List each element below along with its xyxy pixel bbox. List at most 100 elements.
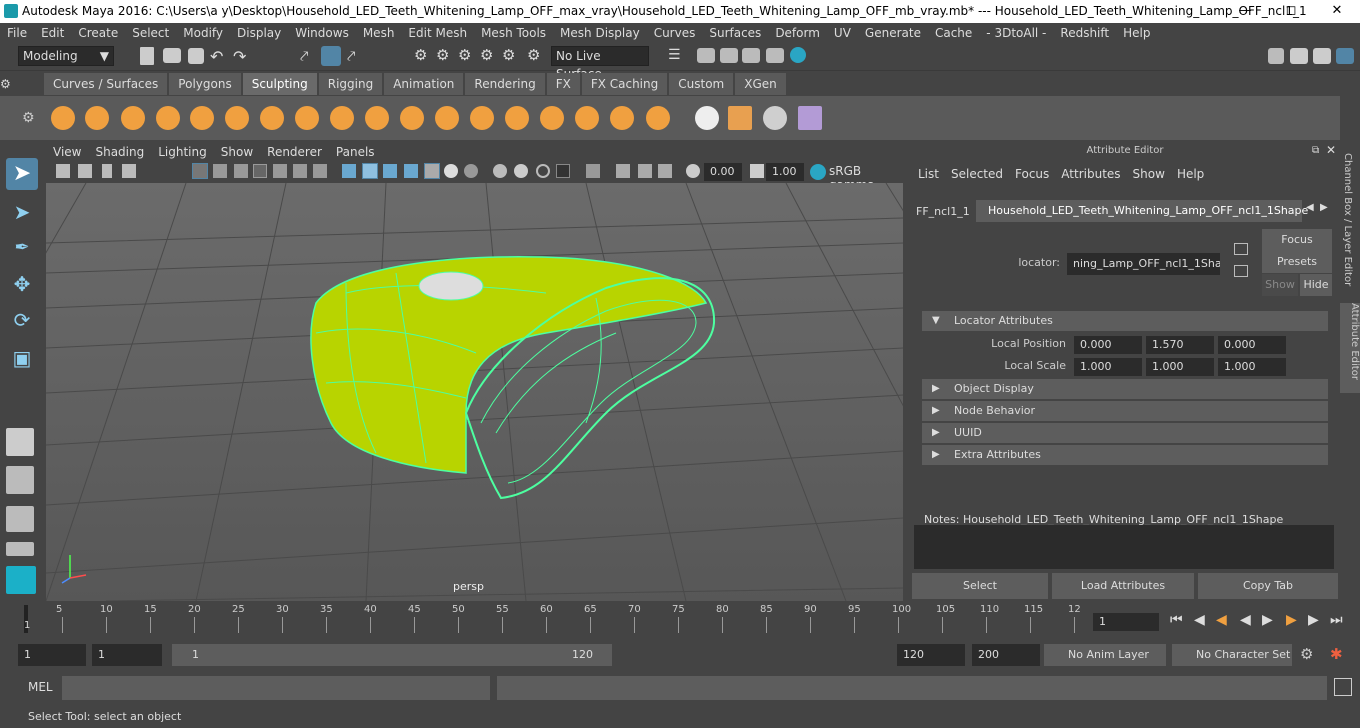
channel-layout-icon[interactable] bbox=[6, 542, 34, 556]
snap-point-icon[interactable]: ⚙ bbox=[458, 46, 471, 64]
playback-start-field[interactable]: 1 bbox=[92, 644, 162, 666]
new-scene-icon[interactable] bbox=[140, 47, 154, 65]
flatten-tool-icon[interactable] bbox=[222, 103, 252, 133]
film-gate-icon[interactable] bbox=[213, 164, 227, 178]
step-forward-frame-icon[interactable]: ▶ bbox=[1286, 612, 1297, 628]
snap-curve-icon[interactable]: ⚙ bbox=[436, 46, 449, 64]
tab-animation[interactable]: Animation bbox=[384, 73, 464, 95]
menu-file[interactable]: File bbox=[0, 23, 34, 43]
save-scene-icon[interactable] bbox=[188, 48, 204, 64]
menu-3dtoall[interactable]: - 3DtoAll - bbox=[979, 23, 1053, 43]
vp-menu-renderer[interactable]: Renderer bbox=[260, 143, 329, 161]
grid-icon[interactable] bbox=[192, 163, 208, 179]
menu-mesh[interactable]: Mesh bbox=[356, 23, 402, 43]
tab-scroll-left-icon[interactable]: ◀ bbox=[1306, 202, 1314, 213]
menu-windows[interactable]: Windows bbox=[288, 23, 356, 43]
local-position-x[interactable]: 0.000 bbox=[1074, 336, 1142, 354]
shelf-gear-icon[interactable]: ⚙ bbox=[22, 110, 35, 126]
menu-select[interactable]: Select bbox=[125, 23, 176, 43]
outliner-layout-icon[interactable] bbox=[6, 506, 34, 532]
amplify-tool-icon[interactable] bbox=[607, 103, 637, 133]
focus-button[interactable]: Focus bbox=[1262, 229, 1332, 251]
live-surface-field[interactable]: No Live Surface bbox=[551, 46, 649, 81]
maximize-button[interactable]: ◻ bbox=[1268, 0, 1314, 23]
render-settings-icon[interactable] bbox=[766, 48, 784, 63]
start-time-field[interactable]: 1 bbox=[18, 644, 86, 666]
menu-deform[interactable]: Deform bbox=[768, 23, 827, 43]
ae-menu-focus[interactable]: Focus bbox=[1009, 165, 1055, 183]
gate-mask-icon[interactable] bbox=[253, 164, 267, 178]
undo-icon[interactable]: ↶ bbox=[210, 47, 223, 66]
menu-help[interactable]: Help bbox=[1116, 23, 1157, 43]
tab-fx-caching[interactable]: FX Caching bbox=[581, 73, 668, 95]
tab-fx[interactable]: FX bbox=[546, 73, 580, 95]
smear-tool-icon[interactable] bbox=[537, 103, 567, 133]
textured-icon[interactable] bbox=[424, 163, 440, 179]
end-time-field[interactable]: 200 bbox=[972, 644, 1040, 666]
field-chart-icon[interactable] bbox=[273, 164, 287, 178]
texture-deformer-icon[interactable] bbox=[795, 103, 825, 133]
layout-presets-icon[interactable] bbox=[6, 466, 34, 494]
tab-custom[interactable]: Custom bbox=[669, 73, 734, 95]
minimize-button[interactable]: — bbox=[1222, 0, 1268, 23]
attribute-editor-tab[interactable]: Attribute Editor bbox=[1340, 303, 1360, 393]
hide-button[interactable]: Hide bbox=[1300, 274, 1332, 296]
menu-uv[interactable]: UV bbox=[827, 23, 858, 43]
ae-tab-active[interactable]: Household_LED_Teeth_Whitening_Lamp_OFF_n… bbox=[976, 200, 1308, 222]
anim-prefs-icon[interactable]: ✱ bbox=[1330, 645, 1343, 663]
foamy-tool-icon[interactable] bbox=[257, 103, 287, 133]
ipr-render-icon[interactable] bbox=[742, 48, 760, 63]
section-node-behavior[interactable]: ▶ Node Behavior bbox=[922, 401, 1328, 421]
tab-rendering[interactable]: Rendering bbox=[465, 73, 545, 95]
layout-3-icon[interactable] bbox=[1336, 48, 1354, 64]
safe-action-icon[interactable] bbox=[293, 164, 307, 178]
bookmark-icon[interactable] bbox=[102, 164, 112, 178]
goto-start-icon[interactable]: ⏮ bbox=[1170, 612, 1183, 628]
sculpt-tool-icon[interactable] bbox=[48, 103, 78, 133]
camera-attr-icon[interactable] bbox=[78, 164, 92, 178]
smooth-tool-icon[interactable] bbox=[82, 103, 112, 133]
copy-tab-button[interactable]: Copy Tab bbox=[1198, 573, 1338, 599]
menu-edit[interactable]: Edit bbox=[34, 23, 71, 43]
menu-mesh-tools[interactable]: Mesh Tools bbox=[474, 23, 553, 43]
exposure-field[interactable]: 0.00 bbox=[704, 163, 742, 181]
ambient-occlusion-icon[interactable] bbox=[493, 164, 507, 178]
ae-menu-help[interactable]: Help bbox=[1171, 165, 1210, 183]
imprint-tool-icon[interactable] bbox=[362, 103, 392, 133]
repeat-tool-icon[interactable] bbox=[327, 103, 357, 133]
snap-view-icon[interactable]: ⚙ bbox=[480, 46, 493, 64]
channel-box-tab[interactable]: Channel Box / Layer Editor bbox=[1342, 153, 1353, 293]
resolution-gate-icon[interactable] bbox=[234, 164, 248, 178]
depth-of-field-icon[interactable] bbox=[556, 164, 570, 178]
ae-menu-attributes[interactable]: Attributes bbox=[1055, 165, 1126, 183]
pinch-tool-icon[interactable] bbox=[187, 103, 217, 133]
wireframe-on-shaded-icon[interactable] bbox=[404, 164, 418, 178]
spray-tool-icon[interactable] bbox=[292, 103, 322, 133]
isolate-select-icon[interactable] bbox=[586, 164, 600, 178]
bulge-tool-icon[interactable] bbox=[572, 103, 602, 133]
smooth-shade-icon[interactable] bbox=[362, 163, 378, 179]
mode-dropdown[interactable]: Modeling ▼ bbox=[18, 46, 114, 66]
menu-mesh-display[interactable]: Mesh Display bbox=[553, 23, 647, 43]
menu-display[interactable]: Display bbox=[230, 23, 288, 43]
local-position-z[interactable]: 0.000 bbox=[1218, 336, 1286, 354]
local-scale-z[interactable]: 1.000 bbox=[1218, 358, 1286, 376]
menu-modify[interactable]: Modify bbox=[176, 23, 230, 43]
select-component-icon[interactable]: ⤤ bbox=[347, 47, 355, 65]
notes-textarea[interactable] bbox=[914, 525, 1334, 569]
tab-rigging[interactable]: Rigging bbox=[318, 73, 383, 95]
rotate-tool-icon[interactable]: ⟳ bbox=[6, 304, 38, 336]
blend-shape-icon[interactable] bbox=[760, 103, 790, 133]
knife-tool-icon[interactable] bbox=[502, 103, 532, 133]
section-locator-attributes[interactable]: ▼ Locator Attributes bbox=[922, 311, 1328, 331]
image-plane-icon[interactable] bbox=[122, 164, 136, 178]
vp-menu-shading[interactable]: Shading bbox=[88, 143, 151, 161]
gamma-icon[interactable] bbox=[750, 164, 764, 178]
char-set-dropdown[interactable]: No Character Set bbox=[1172, 644, 1292, 666]
show-button[interactable]: Show bbox=[1262, 274, 1298, 296]
menu-create[interactable]: Create bbox=[71, 23, 125, 43]
uv-snapshot-icon[interactable] bbox=[725, 103, 755, 133]
menu-surfaces[interactable]: Surfaces bbox=[702, 23, 768, 43]
exposure-icon[interactable] bbox=[686, 164, 700, 178]
grab-tool-icon[interactable] bbox=[153, 103, 183, 133]
